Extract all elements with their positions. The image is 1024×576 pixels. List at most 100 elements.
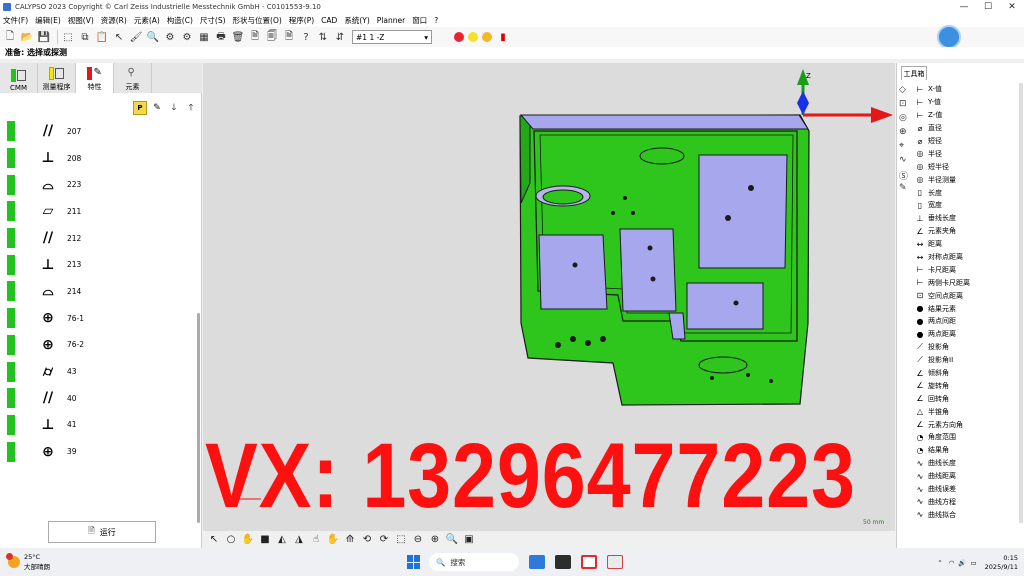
tab-measurement-plan[interactable]: 测量程序 <box>38 63 76 93</box>
toolbox-item[interactable]: ◔ 结果角 <box>915 444 1019 457</box>
axis-flip-icon[interactable]: ⇵ <box>333 30 347 44</box>
feature-row[interactable]: ⊥ 208 <box>0 145 196 172</box>
xyz-view-icon[interactable]: ⟰ <box>343 533 357 547</box>
position-category-icon[interactable]: ⊕ <box>899 127 911 139</box>
toolbox-item[interactable]: ∠ 旋转角 <box>915 379 1019 392</box>
size-category-icon[interactable]: ⊡ <box>899 99 911 111</box>
zoom-fit-icon[interactable]: 🔍 <box>445 533 459 547</box>
volume-icon[interactable]: 🔊 <box>958 559 966 567</box>
menu-window[interactable]: 窗口 <box>412 15 427 26</box>
minimize-button[interactable]: — <box>952 2 976 12</box>
toolbox-item[interactable]: ⟋ 投影角II <box>915 354 1019 367</box>
select-rect-icon[interactable]: ⬚ <box>61 30 75 44</box>
toolbox-item[interactable]: ⌀ 直径 <box>915 122 1019 135</box>
feature-row[interactable]: ⌭ 43 <box>0 358 196 385</box>
toolbox-item[interactable]: ↔ 距离 <box>915 238 1019 251</box>
toolbox-item[interactable]: ⊥ 垂线长度 <box>915 212 1019 225</box>
help-icon[interactable]: ? <box>299 30 313 44</box>
media-app-icon[interactable] <box>581 555 597 569</box>
table-icon[interactable]: ▦ <box>197 30 211 44</box>
tab-characteristics[interactable]: ✎ 特性 <box>76 63 114 93</box>
user-avatar[interactable] <box>937 25 961 49</box>
brush-icon[interactable]: 🖌 <box>129 30 143 44</box>
probe-icon[interactable]: ⚙ <box>163 30 177 44</box>
toolbox-item[interactable]: ▯ 宽度 <box>915 199 1019 212</box>
menu-system[interactable]: 系统(Y) <box>344 15 369 26</box>
toolbox-item[interactable]: ▯ 长度 <box>915 186 1019 199</box>
toolbox-item[interactable]: ◎ 短半径 <box>915 160 1019 173</box>
element-category-icon[interactable]: ◇ <box>899 85 911 97</box>
battery-icon[interactable]: ▭ <box>971 559 977 567</box>
menu-view[interactable]: 视图(V) <box>68 15 94 26</box>
toolbox-item[interactable]: ◎ 半径 <box>915 147 1019 160</box>
cmm-status-icon[interactable]: ▮ <box>496 30 510 44</box>
calypso-app-icon[interactable] <box>607 555 623 569</box>
rotate-hand-icon[interactable]: ☝ <box>309 533 323 547</box>
toolbox-item[interactable]: ∠ 元素夹角 <box>915 225 1019 238</box>
menu-form-position[interactable]: 形状与位置(O) <box>233 15 282 26</box>
feature-row[interactable]: ⊕ 39 <box>0 438 196 465</box>
copy-icon[interactable]: ⧉ <box>78 30 92 44</box>
clock[interactable]: 0:15 2025/9/11 <box>985 554 1018 572</box>
location-category-icon[interactable]: ⌖ <box>899 141 911 153</box>
wifi-icon[interactable]: ◠ <box>949 559 955 567</box>
toolbox-item[interactable]: ⊢ 卡尺距离 <box>915 263 1019 276</box>
taskbar-search[interactable]: 🔍 搜索 <box>429 553 519 571</box>
rotate-left-icon[interactable]: ⟲ <box>360 533 374 547</box>
curve-category-icon[interactable]: ∿ <box>899 155 911 167</box>
image-app-icon[interactable] <box>529 555 545 569</box>
menu-elements[interactable]: 元素(A) <box>134 15 160 26</box>
menu-program[interactable]: 程序(P) <box>289 15 314 26</box>
search-icon[interactable]: 🔍 <box>146 30 160 44</box>
menu-construct[interactable]: 构造(C) <box>167 15 193 26</box>
open-folder-icon[interactable]: 📂 <box>20 30 34 44</box>
toolbox-item[interactable]: ∠ 倾斜角 <box>915 367 1019 380</box>
tab-cmm[interactable]: CMM <box>0 63 38 93</box>
menu-planner[interactable]: Planner <box>377 16 405 25</box>
warning-status-icon[interactable] <box>482 32 492 42</box>
tray-expand-icon[interactable]: ⌃ <box>937 559 942 567</box>
menu-edit[interactable]: 编辑(E) <box>35 15 61 26</box>
cube-view-icon[interactable]: ⬚ <box>394 533 408 547</box>
toolbox-item[interactable]: ∿ 曲线拟合 <box>915 508 1019 521</box>
toolbox-item[interactable]: ● 结果元素 <box>915 302 1019 315</box>
feature-row[interactable]: ⊥ 213 <box>0 251 196 278</box>
axis-move-icon[interactable]: ⇅ <box>316 30 330 44</box>
toolbox-item[interactable]: ⌀ 短径 <box>915 135 1019 148</box>
save-icon[interactable]: 💾 <box>37 30 51 44</box>
pause-status-icon[interactable] <box>468 32 478 42</box>
menu-help[interactable]: ? <box>434 16 438 25</box>
menu-file[interactable]: 文件(F) <box>3 15 28 26</box>
toolbox-scrollbar[interactable] <box>1019 83 1023 523</box>
rotate-right-icon[interactable]: ⟳ <box>377 533 391 547</box>
stop-status-icon[interactable] <box>454 32 464 42</box>
weather-widget[interactable]: 25°C 大部晴朗 <box>6 553 50 571</box>
p-icon[interactable]: P <box>133 101 147 115</box>
toolbox-item[interactable]: ↔ 对称点距离 <box>915 251 1019 264</box>
pdf-icon[interactable]: 🗎 <box>282 30 296 44</box>
toolbox-tab[interactable]: 工具箱 <box>901 66 927 80</box>
new-file-icon[interactable]: 🗋 <box>3 30 17 44</box>
pan-hand-icon[interactable]: ✋ <box>326 533 340 547</box>
menu-size[interactable]: 尺寸(S) <box>200 15 226 26</box>
toolbox-item[interactable]: ∠ 元素方向角 <box>915 418 1019 431</box>
select-pointer-icon[interactable]: ↖ <box>207 533 221 547</box>
probe-settings-icon[interactable]: ⚙ <box>180 30 194 44</box>
tab-elements[interactable]: ⚲ 元素 <box>114 63 152 93</box>
feature-row[interactable]: // 212 <box>0 225 196 252</box>
menu-cad[interactable]: CAD <box>321 16 337 25</box>
toolbox-item[interactable]: ∿ 曲线距离 <box>915 470 1019 483</box>
toolbox-item[interactable]: ∿ 曲线方程 <box>915 496 1019 509</box>
shaded-view-icon[interactable]: ◮ <box>292 533 306 547</box>
edit-icon[interactable]: ✎ <box>150 101 164 115</box>
delete-icon[interactable]: 🗑 <box>231 30 245 44</box>
solid-view-icon[interactable]: ■ <box>258 533 272 547</box>
feature-list-scrollbar[interactable] <box>197 313 200 523</box>
windows-start-icon[interactable] <box>407 555 421 569</box>
toolbox-item[interactable]: ◎ 半径测量 <box>915 173 1019 186</box>
special-category-icon[interactable]: Ⓢ <box>899 169 911 182</box>
feature-row[interactable]: // 207 <box>0 118 196 145</box>
toolbox-item[interactable]: ◔ 角度范围 <box>915 431 1019 444</box>
edit-category-icon[interactable]: ✎ <box>899 183 911 195</box>
pointer-icon[interactable]: ↖ <box>112 30 126 44</box>
